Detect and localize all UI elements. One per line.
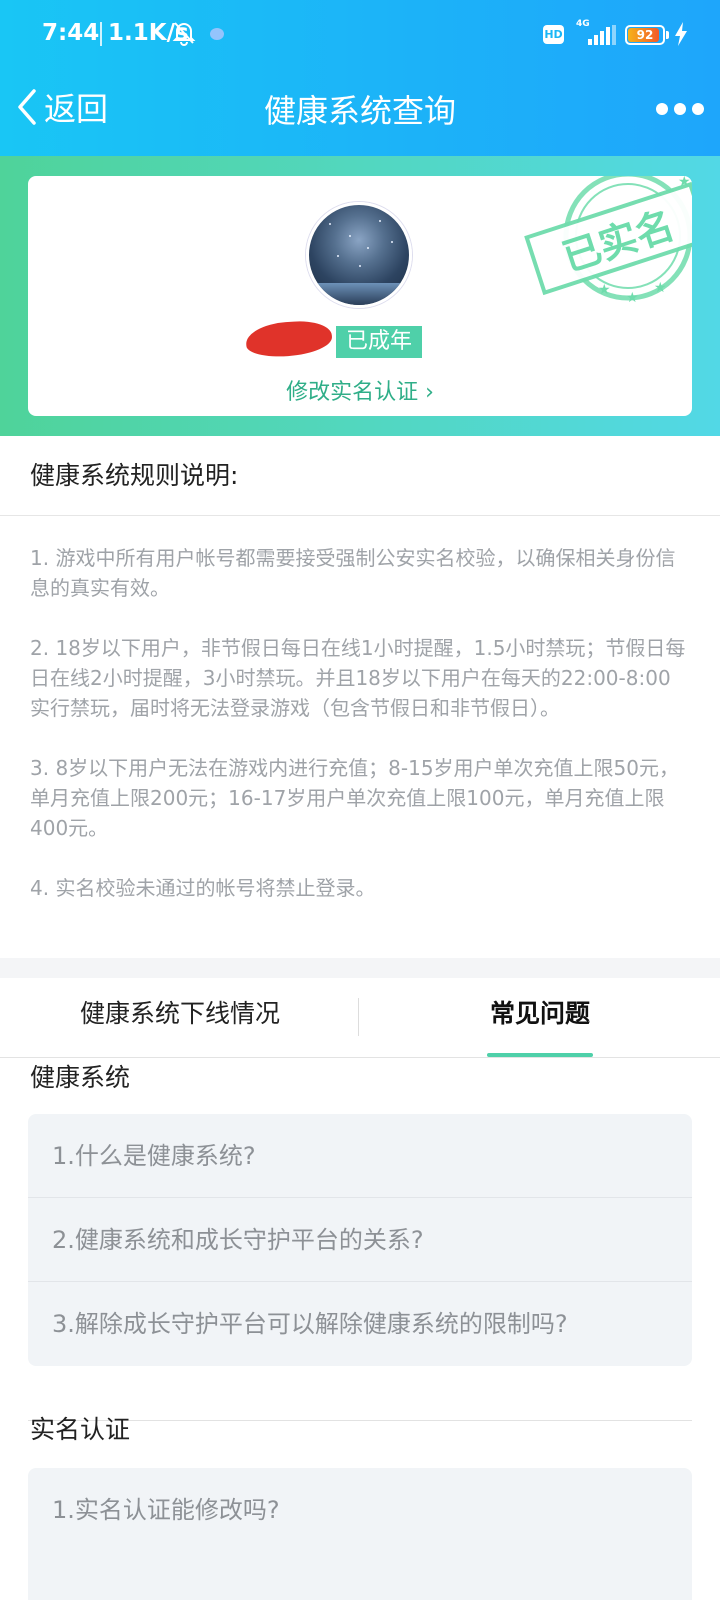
faq-item[interactable]: 3.解除成长守护平台可以解除健康系统的限制吗? bbox=[28, 1282, 692, 1366]
rule-item: 3. 8岁以下用户无法在游戏内进行充值；8-15岁用户单次充值上限50元，单月充… bbox=[30, 756, 680, 840]
notification-icon bbox=[210, 28, 224, 40]
battery-level: 92 bbox=[636, 28, 654, 42]
rules-heading: 健康系统规则说明: bbox=[30, 461, 239, 490]
redacted-username bbox=[244, 319, 334, 359]
rule-item: 2. 18岁以下用户，非节假日每日在线1小时提醒，1.5小时禁玩；节假日每日在线… bbox=[30, 636, 686, 720]
more-options-button[interactable] bbox=[656, 94, 704, 124]
charging-icon bbox=[675, 22, 687, 46]
nav-bar: 返回 健康系统查询 bbox=[0, 68, 720, 156]
status-bar: 7:44 1.1K/s HD 4G 92 bbox=[0, 0, 720, 68]
status-time: 7:44 bbox=[42, 20, 100, 46]
active-tab-indicator bbox=[487, 1053, 593, 1057]
chevron-left-icon bbox=[18, 89, 36, 125]
profile-card: 已实名 ★ ★ ★ ★ 已成年 修改实名认证 › bbox=[28, 176, 692, 416]
rule-item: 4. 实名校验未通过的帐号将禁止登录。 bbox=[30, 876, 376, 900]
svg-text:★: ★ bbox=[598, 282, 611, 298]
dot-icon bbox=[692, 103, 704, 115]
faq-section-title: 实名认证 bbox=[30, 1415, 131, 1444]
faq-section-title: 健康系统 bbox=[30, 1063, 131, 1092]
signal-icon bbox=[588, 25, 616, 45]
faq-item[interactable]: 2.健康系统和成长守护平台的关系? bbox=[28, 1198, 692, 1282]
verified-stamp: 已实名 ★ ★ ★ ★ bbox=[524, 176, 692, 306]
svg-text:★: ★ bbox=[626, 290, 639, 306]
edit-realname-link[interactable]: 修改实名认证 › bbox=[28, 374, 692, 406]
top-header: 7:44 1.1K/s HD 4G 92 返回 健康系统查询 bbox=[0, 0, 720, 156]
tab-offline-status[interactable]: 健康系统下线情况 bbox=[0, 978, 360, 1058]
dot-icon bbox=[674, 103, 686, 115]
back-button[interactable]: 返回 bbox=[16, 82, 108, 132]
profile-band: 已实名 ★ ★ ★ ★ 已成年 修改实名认证 › bbox=[0, 156, 720, 436]
status-separator bbox=[100, 22, 102, 46]
battery-tip bbox=[666, 31, 669, 39]
faq-item[interactable]: 1.实名认证能修改吗? bbox=[28, 1468, 692, 1552]
rules-header: 健康系统规则说明: bbox=[0, 436, 720, 516]
faq-item[interactable]: 1.什么是健康系统? bbox=[28, 1114, 692, 1198]
bell-off-icon bbox=[172, 20, 196, 50]
hd-icon: HD bbox=[543, 25, 564, 44]
back-label: 返回 bbox=[44, 90, 109, 128]
tab-bar: 健康系统下线情况 常见问题 bbox=[0, 978, 720, 1058]
avatar[interactable] bbox=[306, 202, 412, 308]
rules-list: 1. 游戏中所有用户帐号都需要接受强制公安实名校验，以确保相关身份信息的真实有效… bbox=[0, 517, 720, 957]
dot-icon bbox=[656, 103, 668, 115]
battery-icon: 92 bbox=[625, 25, 665, 45]
tab-divider bbox=[358, 998, 359, 1036]
svg-text:★: ★ bbox=[654, 280, 667, 296]
faq-list-realname: 1.实名认证能修改吗? bbox=[28, 1468, 692, 1600]
section-gap bbox=[0, 958, 720, 978]
tab-faq[interactable]: 常见问题 bbox=[360, 978, 720, 1058]
adult-badge: 已成年 bbox=[336, 326, 423, 358]
svg-text:★: ★ bbox=[678, 176, 691, 190]
rule-item: 1. 游戏中所有用户帐号都需要接受强制公安实名校验，以确保相关身份信息的真实有效… bbox=[30, 546, 676, 600]
faq-list-health: 1.什么是健康系统? 2.健康系统和成长守护平台的关系? 3.解除成长守护平台可… bbox=[28, 1114, 692, 1366]
